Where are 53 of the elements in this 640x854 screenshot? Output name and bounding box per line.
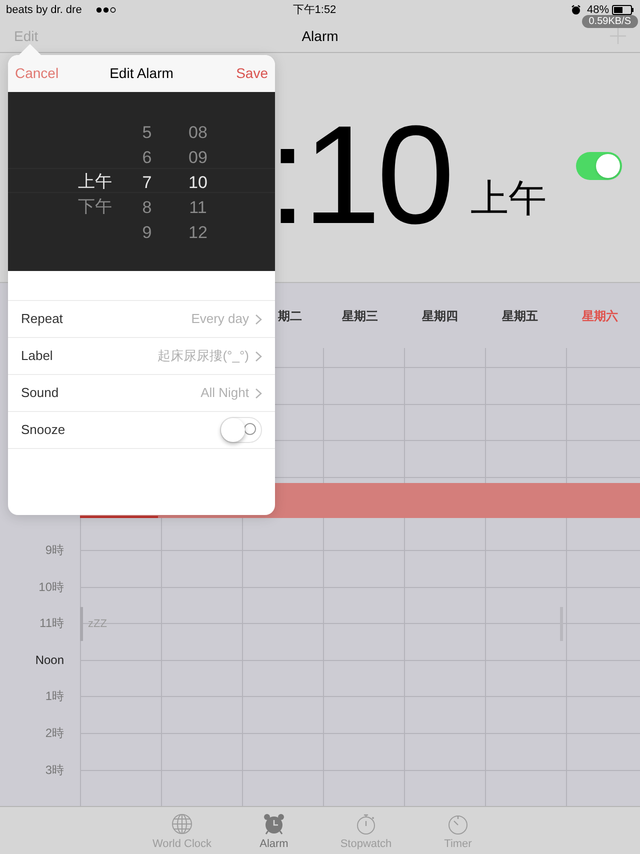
popover-title: Edit Alarm — [110, 64, 174, 83]
clock-time: 下午1:52 — [292, 2, 336, 18]
save-button[interactable]: Save — [208, 63, 268, 84]
snooze-mark: zZZ — [88, 617, 107, 632]
time-picker[interactable]: 上午 下午 5 6 7 8 9 08 09 10 11 12 — [8, 92, 275, 271]
day-heading: 星期六 — [582, 308, 618, 324]
setting-row[interactable]: Repeat Every day — [8, 301, 275, 338]
chevron-icon — [255, 314, 262, 324]
day-heading: 星期四 — [422, 308, 458, 324]
chevron-icon — [255, 388, 262, 398]
cancel-button[interactable]: Cancel — [15, 63, 75, 84]
setting-row[interactable]: Sound All Night — [8, 375, 275, 412]
hour-label: 11時 — [40, 615, 64, 632]
alarm-switch[interactable] — [576, 152, 622, 180]
day-heading: 期二 — [278, 308, 302, 324]
picker-value[interactable]: 9 — [142, 220, 152, 245]
picker-value[interactable]: 7 — [142, 170, 152, 195]
alarm-clock-icon — [570, 5, 581, 15]
picker-value[interactable]: 8 — [142, 195, 152, 220]
plus-icon — [610, 28, 626, 44]
picker-value[interactable]: 08 — [188, 120, 208, 145]
day-heading: 星期三 — [342, 308, 378, 324]
day-heading: 星期五 — [502, 308, 538, 324]
picker-value[interactable]: 5 — [142, 120, 152, 145]
snooze-switch[interactable] — [220, 417, 262, 443]
nav-title: Alarm — [302, 26, 338, 46]
battery-percent: 48% — [586, 2, 609, 16]
picker-value[interactable]: 10 — [188, 170, 208, 195]
signal-icon — [96, 7, 118, 13]
timer-icon — [447, 813, 469, 835]
hour-label: 9時 — [45, 542, 64, 559]
carrier-name: beats by dr. dre — [6, 2, 83, 18]
hour-label: 3時 — [45, 762, 64, 779]
tab-bar-item[interactable]: Alarm — [244, 813, 304, 854]
globe-icon — [171, 813, 193, 835]
picker-value[interactable]: 下午 — [78, 194, 112, 219]
picker-value[interactable]: 12 — [188, 220, 208, 245]
setting-row[interactable]: Label 起床尿尿摟(°_°) — [8, 338, 275, 375]
hour-label: 1時 — [45, 688, 64, 706]
battery-icon — [612, 5, 634, 15]
network-speed-badge: 0.59KB/S — [582, 15, 638, 28]
picker-value[interactable]: 09 — [188, 145, 208, 170]
picker-value[interactable]: 上午 — [78, 169, 112, 194]
setting-row[interactable]: Snooze — [8, 412, 275, 449]
chevron-icon — [255, 350, 262, 362]
hour-label: 10時 — [38, 578, 64, 596]
picker-value[interactable]: 6 — [142, 145, 152, 170]
picker-value[interactable]: 11 — [189, 195, 207, 220]
stopwatch-icon — [355, 813, 377, 835]
hour-label: Noon — [35, 652, 64, 669]
hour-label: 2時 — [45, 724, 64, 742]
alarm-clock-icon — [263, 813, 285, 835]
alarm-period: 上午 — [470, 179, 547, 219]
